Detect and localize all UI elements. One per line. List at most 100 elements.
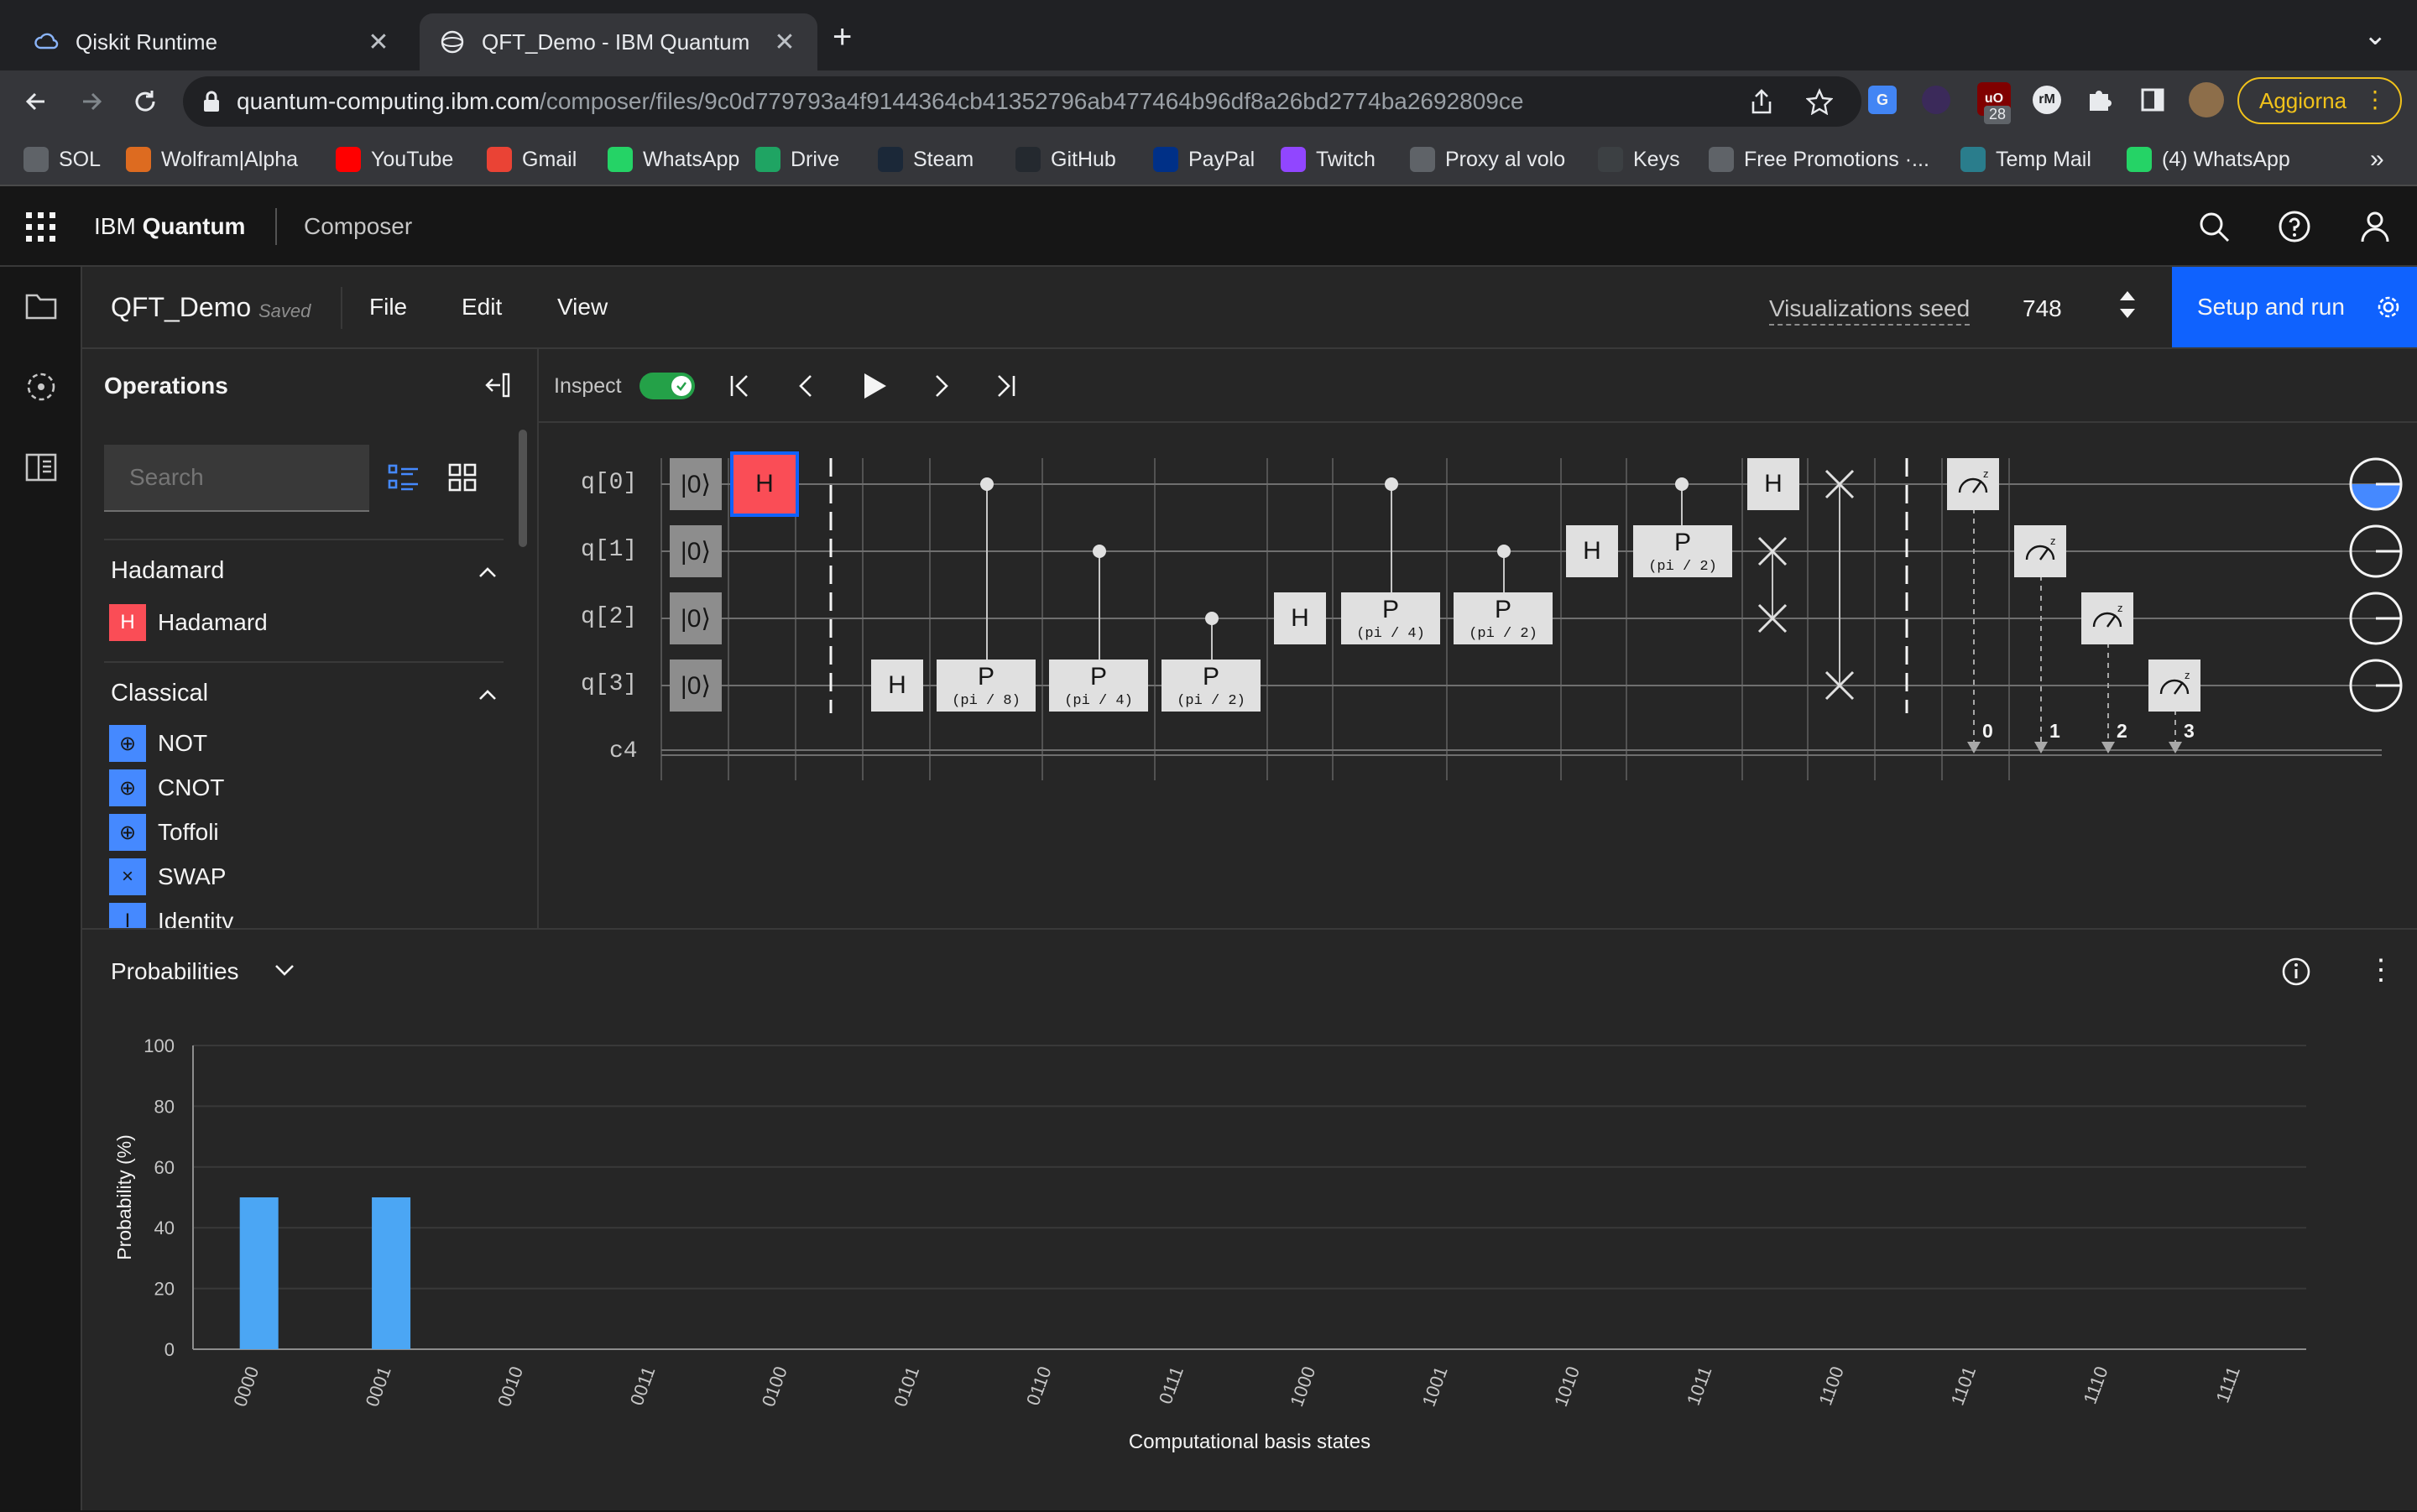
seed-value[interactable]: 748: [2023, 295, 2062, 322]
phase-disk-q0[interactable]: [2348, 456, 2404, 512]
side-panel-icon[interactable]: [2140, 87, 2165, 117]
bookmark-star-icon[interactable]: [1805, 88, 1834, 121]
bookmark-favicon-icon: [608, 147, 633, 172]
tab-qiskit-runtime[interactable]: Qiskit Runtime ✕: [13, 13, 411, 70]
user-icon[interactable]: [2358, 210, 2392, 248]
bookmark-item[interactable]: Twitch: [1281, 143, 1376, 176]
file-name[interactable]: QFT_Demo: [111, 292, 251, 323]
hadamard-gate[interactable]: H: [871, 660, 923, 712]
address-bar[interactable]: quantum-computing.ibm.com/composer/files…: [183, 76, 1861, 127]
bookmark-favicon-icon: [487, 147, 512, 172]
bookmark-label: Proxy al volo: [1445, 147, 1566, 171]
bookmark-item[interactable]: Drive: [755, 143, 839, 176]
init-state-q3[interactable]: |0⟩: [670, 660, 722, 712]
more-bookmarks-button[interactable]: »: [2370, 143, 2384, 176]
measure-gate-icon[interactable]: z: [2014, 525, 2066, 577]
collapse-panel-icon[interactable]: [483, 371, 512, 404]
bookmark-item[interactable]: YouTube: [336, 143, 453, 176]
phase-gate[interactable]: P (pi / 8): [937, 660, 1036, 712]
section-header-hadamard[interactable]: Hadamard: [111, 549, 497, 592]
phase-disk-q3[interactable]: [2348, 658, 2404, 713]
lock-icon[interactable]: [201, 90, 222, 119]
hadamard-gate-selected[interactable]: H: [730, 451, 799, 517]
phase-disk-q1[interactable]: [2348, 524, 2404, 579]
list-view-icon[interactable]: [388, 463, 420, 496]
new-tab-button[interactable]: +: [833, 18, 852, 56]
hadamard-gate-icon: H: [109, 604, 146, 641]
bookmark-item[interactable]: Steam: [878, 143, 974, 176]
operation-item-hadamard[interactable]: H Hadamard: [109, 604, 268, 641]
bookmark-item[interactable]: Proxy al volo: [1410, 143, 1565, 176]
hadamard-gate[interactable]: H: [1747, 458, 1799, 510]
phase-gate[interactable]: P (pi / 2): [1633, 525, 1732, 577]
history-icon[interactable]: [25, 371, 57, 407]
bookmark-item[interactable]: WhatsApp: [608, 143, 739, 176]
bookmark-item[interactable]: PayPal: [1153, 143, 1255, 176]
search-field[interactable]: [104, 445, 369, 510]
phase-disk-q2[interactable]: [2348, 591, 2404, 646]
bookmark-item[interactable]: Temp Mail: [1960, 143, 2091, 176]
y-tick-label: 80: [154, 1096, 175, 1117]
bookmark-item[interactable]: (4) WhatsApp: [2127, 143, 2290, 176]
toolbar-divider: [341, 287, 342, 329]
extension-icon[interactable]: [1922, 86, 1950, 114]
bookmark-item[interactable]: Wolfram|Alpha: [126, 143, 298, 176]
profile-avatar[interactable]: [2189, 82, 2224, 117]
brand-name[interactable]: IBM Quantum: [94, 213, 245, 240]
hadamard-gate[interactable]: H: [1566, 525, 1618, 577]
grid-view-icon[interactable]: [448, 463, 477, 496]
measure-gate-icon[interactable]: z: [2081, 592, 2133, 644]
reader-extension-icon[interactable]: rM: [2033, 86, 2061, 114]
menu-file[interactable]: File: [369, 294, 407, 321]
init-state-q2[interactable]: |0⟩: [670, 592, 722, 644]
operation-item-toffoli[interactable]: ⊕ Toffoli: [109, 814, 219, 851]
measure-gate-icon[interactable]: z: [2148, 660, 2200, 712]
measure-gate-icon[interactable]: z: [1947, 458, 1999, 510]
reload-icon[interactable]: [126, 82, 164, 121]
operation-item-cnot[interactable]: ⊕ CNOT: [109, 769, 224, 806]
search-icon[interactable]: [2197, 210, 2231, 248]
tab-qft-demo[interactable]: QFT_Demo - IBM Quantum ✕: [420, 13, 817, 70]
phase-gate[interactable]: P (pi / 2): [1162, 660, 1261, 712]
bookmark-label: Twitch: [1316, 147, 1376, 171]
seed-label[interactable]: Visualizations seed: [1769, 295, 1971, 326]
section-header-classical[interactable]: Classical: [111, 671, 497, 715]
share-icon[interactable]: [1749, 88, 1774, 121]
menu-view[interactable]: View: [557, 294, 608, 321]
bookmark-item[interactable]: Keys: [1598, 143, 1680, 176]
close-tab-icon[interactable]: ✕: [366, 28, 391, 57]
operations-search-input[interactable]: [104, 445, 369, 512]
folder-icon[interactable]: [25, 292, 57, 325]
phase-gate[interactable]: P (pi / 2): [1454, 592, 1553, 644]
close-tab-icon[interactable]: ✕: [772, 28, 797, 57]
init-state-q1[interactable]: |0⟩: [670, 525, 722, 577]
translate-extension-icon[interactable]: G: [1868, 86, 1897, 114]
help-icon[interactable]: [2278, 210, 2311, 248]
back-arrow-icon[interactable]: [17, 82, 55, 121]
forward-arrow-icon[interactable]: [72, 82, 111, 121]
bookmark-item[interactable]: Free Promotions ·...: [1709, 143, 1929, 176]
menu-edit[interactable]: Edit: [462, 294, 502, 321]
init-state-q0[interactable]: |0⟩: [670, 458, 722, 510]
bookmark-item[interactable]: GitHub: [1015, 143, 1116, 176]
operation-item-not[interactable]: ⊕ NOT: [109, 725, 207, 762]
setup-and-run-button[interactable]: Setup and run: [2172, 267, 2417, 347]
panel-scrollbar[interactable]: [519, 430, 527, 547]
phase-gate[interactable]: P (pi / 4): [1049, 660, 1148, 712]
bookmark-label: Wolfram|Alpha: [161, 147, 299, 171]
svg-text:z: z: [2117, 602, 2123, 614]
phase-gate[interactable]: P (pi / 4): [1341, 592, 1440, 644]
bookmark-item[interactable]: Gmail: [487, 143, 577, 176]
operation-item-swap[interactable]: × SWAP: [109, 858, 226, 895]
seed-stepper[interactable]: [2118, 287, 2137, 326]
app-switcher-icon[interactable]: [25, 211, 57, 248]
panel-layout-icon[interactable]: [25, 453, 57, 486]
kebab-menu-icon[interactable]: ⋮: [2363, 86, 2387, 113]
puzzle-extensions-icon[interactable]: [2085, 86, 2113, 118]
bookmark-item[interactable]: SOL: [23, 143, 101, 176]
hadamard-gate[interactable]: H: [1274, 592, 1326, 644]
operation-item-identity[interactable]: I Identity: [109, 903, 233, 928]
tab-search-button[interactable]: ⌄: [2363, 18, 2388, 52]
bookmark-favicon-icon: [1598, 147, 1623, 172]
update-button[interactable]: Aggiorna ⋮: [2237, 77, 2402, 124]
